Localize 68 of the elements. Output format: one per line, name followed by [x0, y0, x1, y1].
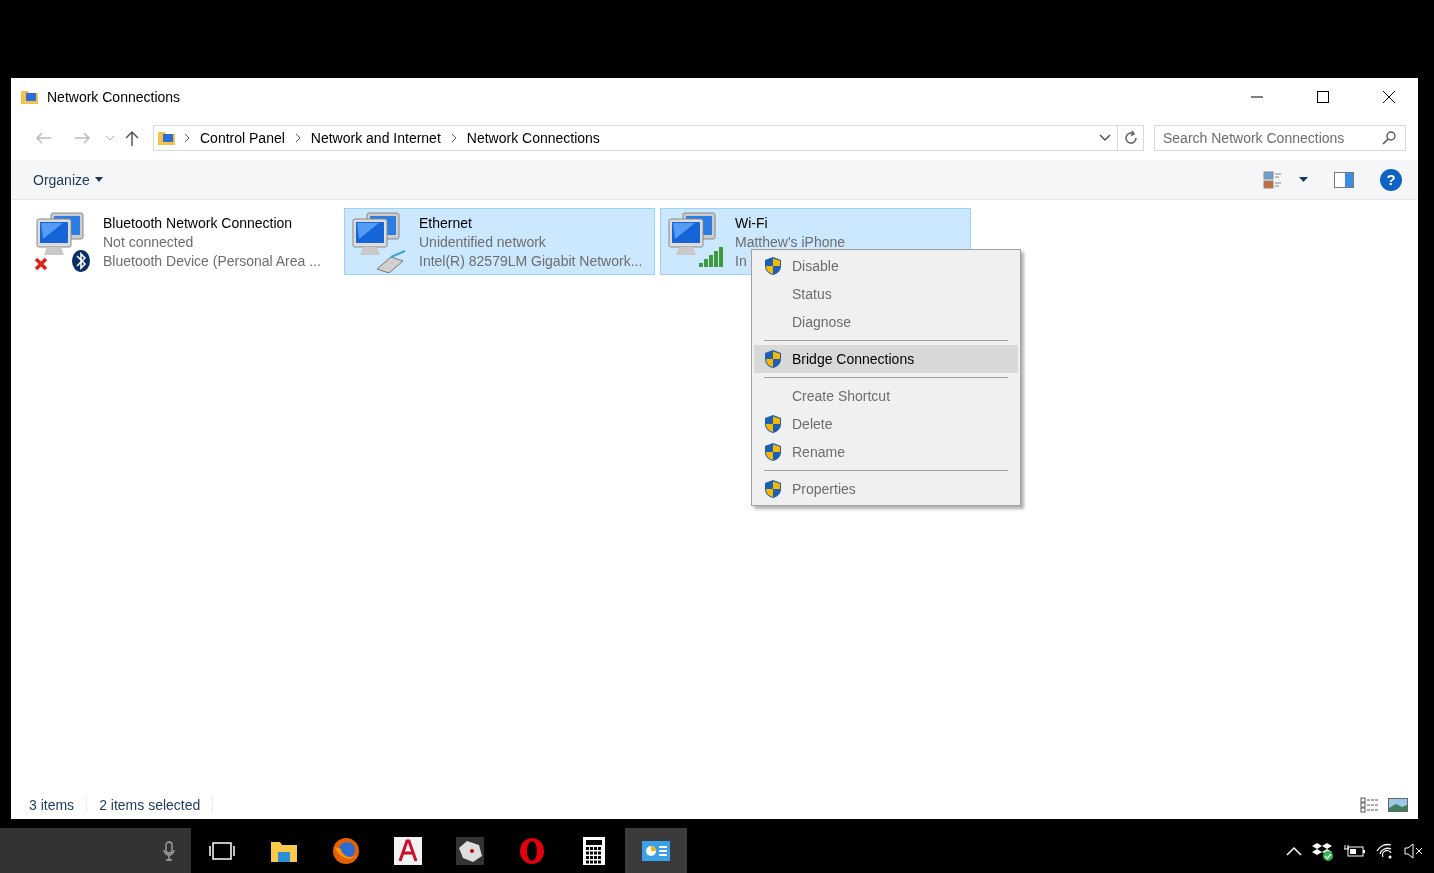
connection-device: Intel(R) 82579LM Gigabit Network...	[419, 253, 643, 269]
calculator-icon	[582, 835, 606, 866]
search-icon	[1382, 131, 1396, 145]
menu-item[interactable]: Status	[754, 280, 1018, 308]
menu-item[interactable]: Bridge Connections	[754, 345, 1018, 373]
preview-pane-icon[interactable]	[1334, 171, 1354, 188]
connection-status: Unidentified network	[419, 234, 546, 250]
shield-icon	[764, 442, 782, 462]
menu-item[interactable]: Delete	[754, 410, 1018, 438]
up-arrow-icon	[125, 130, 139, 146]
breadcrumb[interactable]: Network and Internet	[308, 130, 443, 146]
breadcrumb[interactable]: Network Connections	[464, 130, 602, 146]
search-field[interactable]: Search Network Connections	[1154, 125, 1406, 151]
battery-charging-icon[interactable]	[1344, 843, 1366, 858]
item-count: 3 items	[29, 796, 88, 813]
menu-item[interactable]: Rename	[754, 438, 1018, 466]
chevron-up-icon[interactable]	[1286, 845, 1302, 856]
address-bar[interactable]: Control Panel Network and Internet Network Connections	[153, 125, 1118, 151]
connection-status: Not connected	[103, 234, 194, 250]
network-folder-icon	[21, 89, 39, 105]
connection-item[interactable]: Bluetooth Network Connection Not connected Bluetooth Device (Personal Area ...	[28, 208, 339, 275]
opera-o-icon	[518, 835, 546, 866]
cad-app-icon	[393, 835, 423, 866]
back-arrow-icon	[36, 132, 52, 144]
caret-icon	[105, 135, 115, 141]
chevron-icon	[294, 133, 301, 143]
help-button[interactable]: ?	[1380, 168, 1402, 191]
window-title: Network Connections	[47, 89, 182, 105]
speaker-muted-icon[interactable]	[1404, 842, 1424, 859]
connection-device: Bluetooth Device (Personal Area ...	[103, 253, 321, 269]
network-folder-icon	[158, 130, 176, 146]
menu-item[interactable]: Create Shortcut	[754, 382, 1018, 410]
view-options-icon[interactable]	[1263, 169, 1283, 190]
caret-icon	[94, 177, 103, 182]
maximize-icon	[1317, 91, 1329, 103]
connection-item[interactable]: Ethernet Unidentified network Intel(R) 82579LM Gigabit Network...	[344, 208, 655, 275]
menu-item[interactable]: Properties	[754, 475, 1018, 503]
chevron-icon	[450, 133, 457, 143]
selection-count: 2 items selected	[99, 796, 214, 813]
connection-name: Ethernet	[419, 215, 472, 231]
connection-status: Matthew's iPhone	[735, 234, 846, 250]
dropbox-sync-icon[interactable]	[1312, 840, 1334, 861]
organize-menu-button[interactable]: Organize	[33, 171, 103, 188]
large-icons-view-icon[interactable]	[1388, 796, 1408, 813]
close-icon	[1383, 91, 1395, 103]
taskbar-app-button[interactable]	[625, 828, 687, 873]
connection-name: Wi-Fi	[735, 215, 768, 231]
connection-name: Bluetooth Network Connection	[103, 215, 293, 231]
wifi-icon[interactable]	[1376, 842, 1394, 859]
connection-device: In	[735, 253, 747, 269]
chevron-icon	[184, 133, 190, 143]
shield-icon	[764, 256, 782, 276]
task-view-icon	[209, 840, 235, 861]
menu-item[interactable]: Diagnose	[754, 308, 1018, 336]
dropdown-chevron-icon[interactable]	[1099, 134, 1111, 142]
forward-arrow-icon	[74, 132, 90, 144]
refresh-icon	[1122, 130, 1139, 146]
dropdown-arrow-icon[interactable]	[1299, 177, 1308, 182]
details-view-icon[interactable]	[1360, 796, 1380, 813]
shield-icon	[764, 479, 782, 499]
shield-icon	[764, 414, 782, 434]
shield-icon	[764, 349, 782, 369]
microphone-icon[interactable]	[163, 840, 175, 861]
fox-globe-icon	[332, 836, 360, 865]
refresh-button[interactable]	[1118, 125, 1144, 151]
network-control-panel-icon	[641, 838, 671, 863]
rhino-app-icon	[455, 835, 485, 866]
breadcrumb[interactable]: Control Panel	[198, 130, 287, 146]
